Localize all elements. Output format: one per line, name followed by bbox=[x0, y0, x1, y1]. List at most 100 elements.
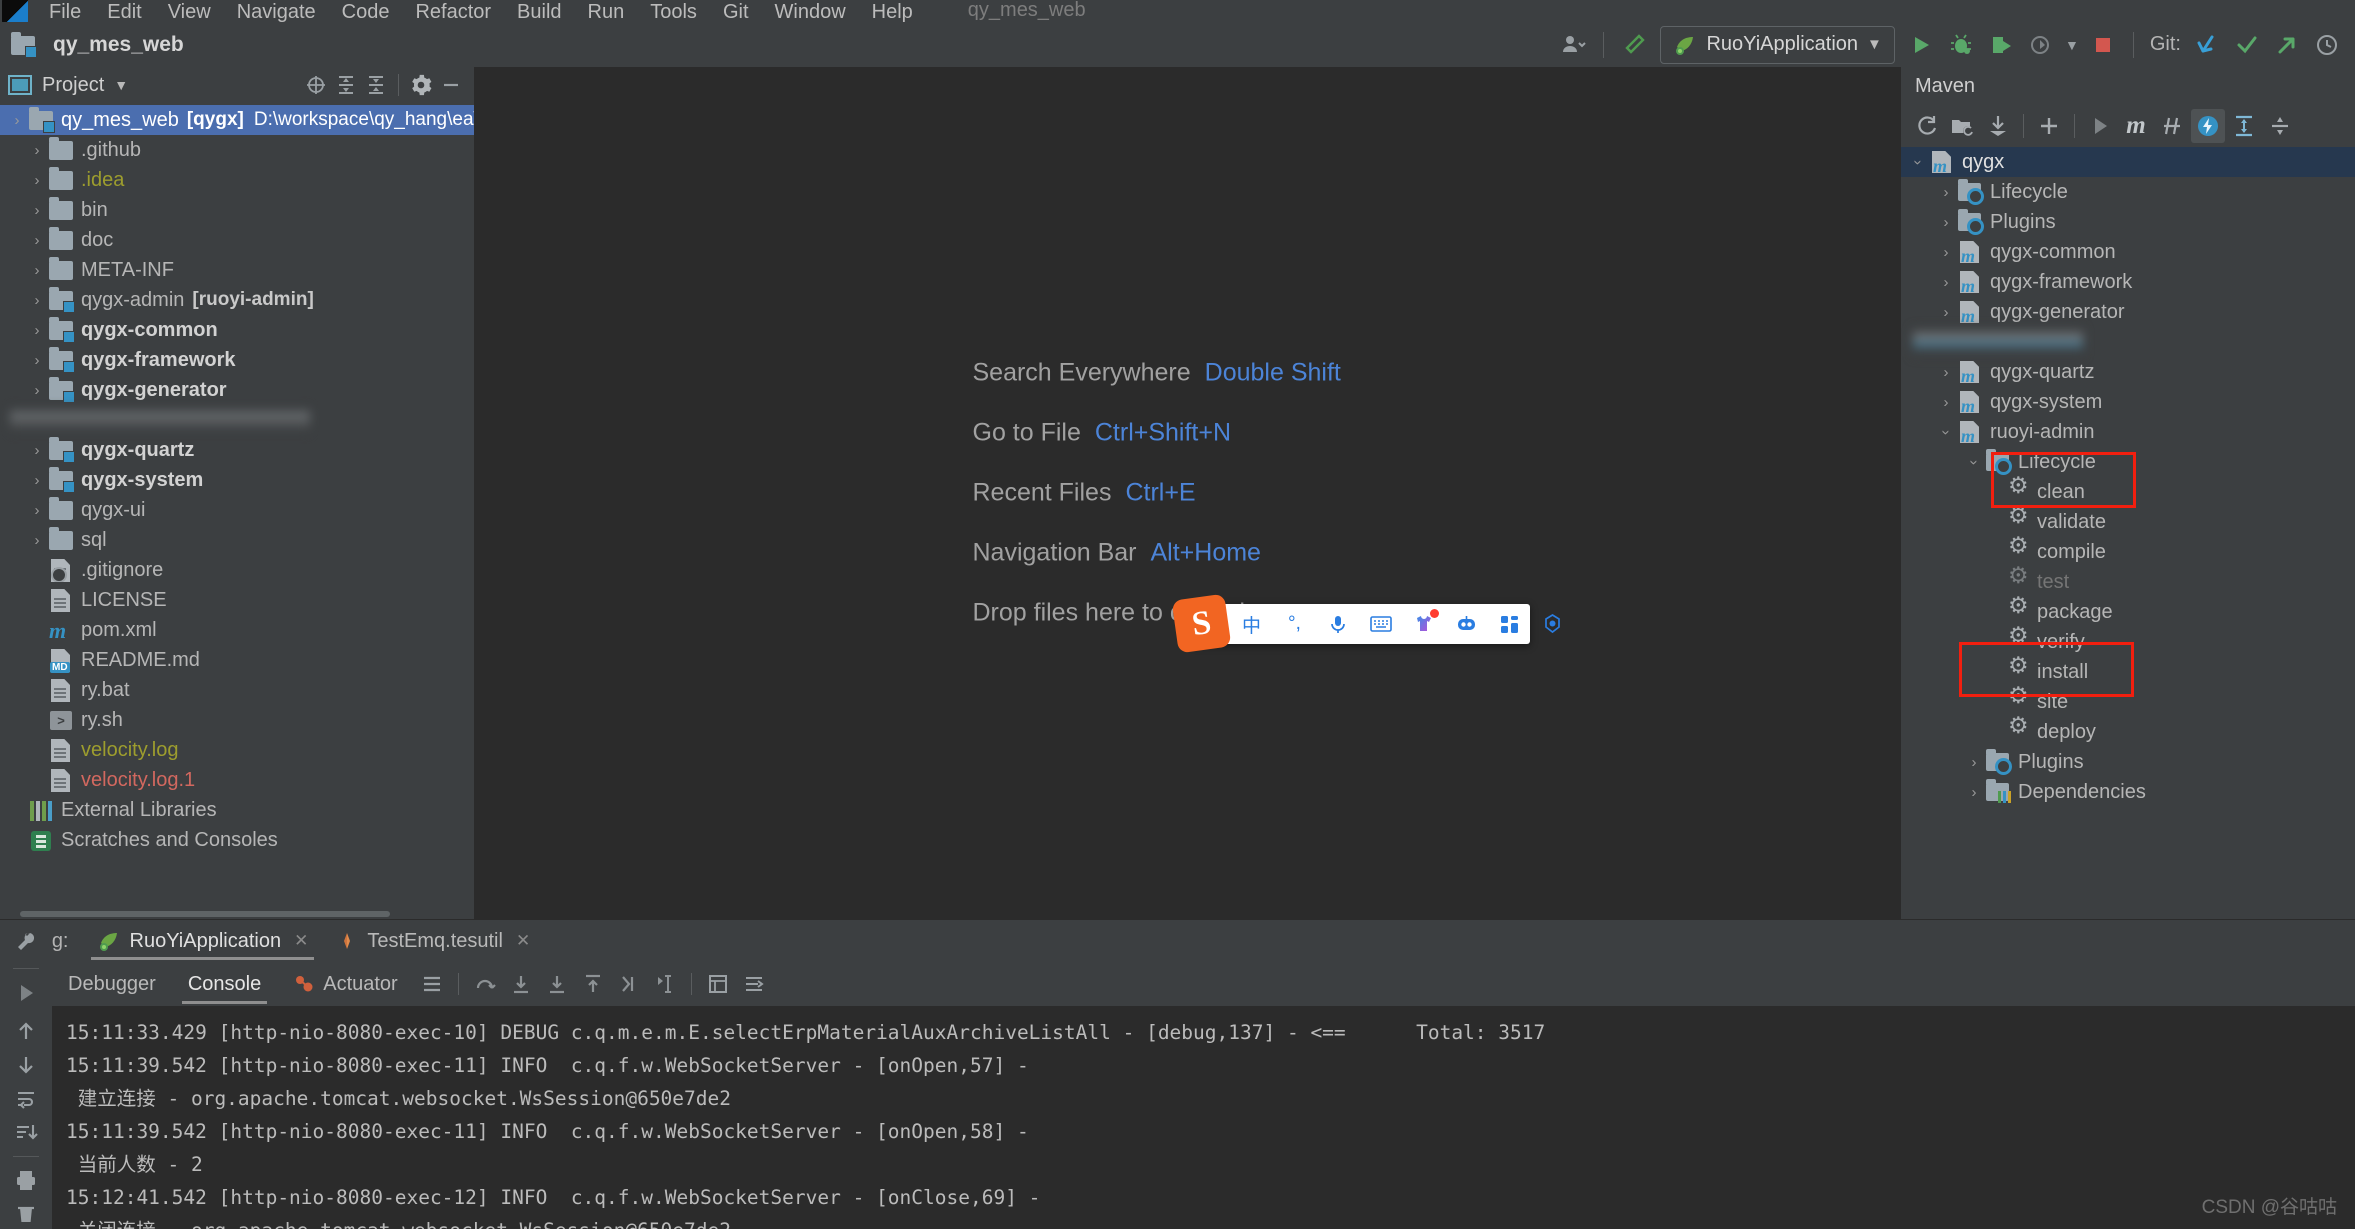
chevron-down-icon[interactable]: › bbox=[1966, 451, 1983, 473]
tree-row-scratches[interactable]: › Scratches and Consoles bbox=[0, 825, 474, 855]
tree-row-qygx-generator[interactable]: › qygx-generator bbox=[0, 375, 474, 405]
git-push-icon[interactable] bbox=[2267, 25, 2307, 65]
print-icon[interactable] bbox=[6, 1165, 46, 1195]
project-tree[interactable]: › qy_mes_web [qygx] D:\workspace\qy_hang… bbox=[0, 103, 474, 919]
project-horizontal-scrollbar[interactable] bbox=[0, 909, 474, 919]
menu-item-refactor[interactable]: Refactor bbox=[402, 2, 504, 22]
tree-row-velocity-log[interactable]: › velocity.log bbox=[0, 735, 474, 765]
chevron-down-icon[interactable]: › bbox=[1910, 151, 1927, 173]
chevron-right-icon[interactable]: › bbox=[1963, 754, 1985, 771]
close-icon[interactable]: ✕ bbox=[294, 931, 308, 951]
scroll-down-icon[interactable] bbox=[6, 1050, 46, 1080]
chevron-right-icon[interactable]: › bbox=[1935, 184, 1957, 201]
maven-row-qygx-quartz[interactable]: › qygx-quartz bbox=[1901, 357, 2355, 387]
chevron-right-icon[interactable]: › bbox=[26, 262, 48, 279]
expand-all-icon[interactable] bbox=[331, 70, 361, 100]
menu-item-run[interactable]: Run bbox=[575, 2, 638, 22]
expand-all-icon[interactable] bbox=[2227, 109, 2261, 143]
collapse-all-icon[interactable] bbox=[361, 70, 391, 100]
tree-row-pom-xml[interactable]: › m pom.xml bbox=[0, 615, 474, 645]
maven-goal-test[interactable]: test bbox=[1901, 567, 2355, 597]
tree-row-doc[interactable]: › doc bbox=[0, 225, 474, 255]
maven-tree[interactable]: › qygx › Lifecycle › Plugins › qygx-comm… bbox=[1901, 147, 2355, 919]
mic-icon[interactable] bbox=[1325, 612, 1350, 637]
maven-row-dependencies[interactable]: › Dependencies bbox=[1901, 777, 2355, 807]
download-sources-icon[interactable] bbox=[1981, 109, 2015, 143]
tree-row-qygx-admin[interactable]: › qygx-admin [ruoyi-admin] bbox=[0, 285, 474, 315]
skin-icon[interactable] bbox=[1411, 612, 1436, 637]
run-configuration-selector[interactable]: RuoYiApplication ▼ bbox=[1660, 26, 1894, 64]
tree-row-readme[interactable]: › MD README.md bbox=[0, 645, 474, 675]
maven-row-plugins-root[interactable]: › Plugins bbox=[1901, 207, 2355, 237]
maven-row-ruoyi-admin[interactable]: › ruoyi-admin bbox=[1901, 417, 2355, 447]
soft-wrap-console-icon[interactable] bbox=[6, 1084, 46, 1114]
profile-dropdown-icon[interactable]: ▼ bbox=[2061, 25, 2083, 65]
project-panel-title[interactable]: Project ▼ bbox=[8, 74, 128, 97]
maven-goal-validate[interactable]: validate bbox=[1901, 507, 2355, 537]
chevron-right-icon[interactable]: › bbox=[1935, 214, 1957, 231]
maven-goal-deploy[interactable]: deploy bbox=[1901, 717, 2355, 747]
run-maven-goal-icon[interactable] bbox=[2083, 109, 2117, 143]
add-maven-project-icon[interactable] bbox=[2032, 109, 2066, 143]
step-into-icon[interactable] bbox=[503, 967, 539, 1001]
toggle-offline-mode-icon[interactable] bbox=[2191, 109, 2225, 143]
chevron-right-icon[interactable]: › bbox=[26, 472, 48, 489]
tree-row-idea[interactable]: › .idea bbox=[0, 165, 474, 195]
menu-item-build[interactable]: Build bbox=[504, 2, 574, 22]
console-output[interactable]: 15:11:33.429 [http-nio-8080-exec-10] DEB… bbox=[52, 1006, 2355, 1229]
maven-row-qygx-system[interactable]: › qygx-system bbox=[1901, 387, 2355, 417]
chevron-right-icon[interactable]: › bbox=[26, 172, 48, 189]
gear-icon[interactable] bbox=[406, 70, 436, 100]
maven-goal-site[interactable]: site bbox=[1901, 687, 2355, 717]
step-out-icon[interactable] bbox=[575, 967, 611, 1001]
menu-item-code[interactable]: Code bbox=[329, 2, 403, 22]
chevron-down-icon[interactable]: › bbox=[1938, 421, 1955, 443]
tree-row-qygx-quartz[interactable]: › qygx-quartz bbox=[0, 435, 474, 465]
chevron-right-icon[interactable]: › bbox=[26, 502, 48, 519]
step-over-icon[interactable] bbox=[467, 967, 503, 1001]
tree-row-bin[interactable]: › bin bbox=[0, 195, 474, 225]
maven-row-qygx[interactable]: › qygx bbox=[1901, 147, 2355, 177]
evaluate-expression-icon[interactable] bbox=[700, 967, 736, 1001]
drop-frame-icon[interactable] bbox=[611, 967, 647, 1001]
maven-row-qygx-framework[interactable]: › qygx-framework bbox=[1901, 267, 2355, 297]
generate-sources-icon[interactable] bbox=[1945, 109, 1979, 143]
maven-goal-package[interactable]: package bbox=[1901, 597, 2355, 627]
tree-row-meta-inf[interactable]: › META-INF bbox=[0, 255, 474, 285]
scroll-to-end-icon[interactable] bbox=[6, 1118, 46, 1148]
tree-row-external-libraries[interactable]: › External Libraries bbox=[0, 795, 474, 825]
debug-tab-ruoyiapplication[interactable]: RuoYiApplication ✕ bbox=[83, 920, 323, 962]
tree-row-qygx-framework[interactable]: › qygx-framework bbox=[0, 345, 474, 375]
tree-row-ry-sh[interactable]: › > ry.sh bbox=[0, 705, 474, 735]
toggle-skip-tests-icon[interactable] bbox=[2155, 109, 2189, 143]
settings-icon[interactable] bbox=[1540, 612, 1565, 637]
chevron-right-icon[interactable]: › bbox=[1935, 364, 1957, 381]
maven-row-redacted[interactable] bbox=[1901, 327, 2355, 357]
chevron-right-icon[interactable]: › bbox=[1935, 304, 1957, 321]
menu-item-edit[interactable]: Edit bbox=[94, 2, 154, 22]
execute-maven-goal-icon[interactable]: m bbox=[2119, 109, 2153, 143]
menu-item-window[interactable]: Window bbox=[762, 2, 859, 22]
run-button[interactable] bbox=[1901, 25, 1941, 65]
chevron-right-icon[interactable]: › bbox=[26, 232, 48, 249]
menu-item-help[interactable]: Help bbox=[859, 2, 926, 22]
select-opened-file-icon[interactable] bbox=[301, 70, 331, 100]
git-commit-icon[interactable] bbox=[2227, 25, 2267, 65]
chevron-right-icon[interactable]: › bbox=[26, 352, 48, 369]
chevron-right-icon[interactable]: › bbox=[1935, 244, 1957, 261]
tree-row-github[interactable]: › .github bbox=[0, 135, 474, 165]
maven-row-lifecycle-root[interactable]: › Lifecycle bbox=[1901, 177, 2355, 207]
tree-row-qygx-system[interactable]: › qygx-system bbox=[0, 465, 474, 495]
menu-item-view[interactable]: View bbox=[155, 2, 224, 22]
chevron-right-icon[interactable]: › bbox=[26, 202, 48, 219]
close-icon[interactable]: ✕ bbox=[516, 931, 530, 951]
debug-tab-testemq[interactable]: TestEmq.tesutil ✕ bbox=[322, 920, 544, 962]
profile-button[interactable] bbox=[2021, 25, 2061, 65]
tree-row-sql[interactable]: › sql bbox=[0, 525, 474, 555]
tree-row-velocity-log-1[interactable]: › velocity.log.1 bbox=[0, 765, 474, 795]
maven-goal-verify[interactable]: verify bbox=[1901, 627, 2355, 657]
chevron-right-icon[interactable]: › bbox=[26, 442, 48, 459]
menu-item-git[interactable]: Git bbox=[710, 2, 762, 22]
run-with-coverage-button[interactable] bbox=[1981, 25, 2021, 65]
scroll-up-icon[interactable] bbox=[6, 1016, 46, 1046]
